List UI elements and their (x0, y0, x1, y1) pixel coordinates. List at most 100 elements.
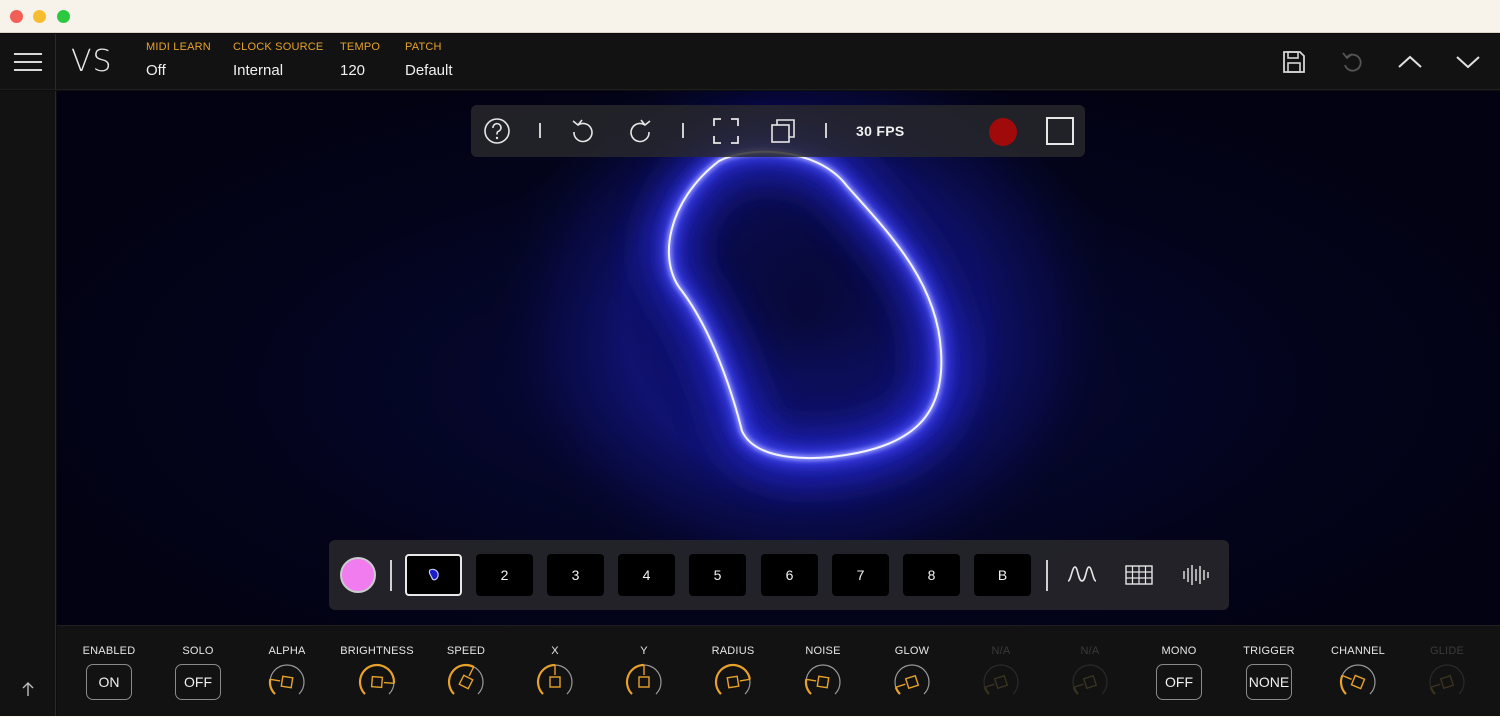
enabled-toggle-button[interactable]: ON (86, 664, 132, 700)
x-knob[interactable] (535, 662, 575, 702)
control-label: GLIDE (1429, 645, 1464, 657)
n-a-knob (1072, 664, 1108, 695)
noise-knob[interactable] (803, 662, 843, 702)
chevron-up-icon[interactable] (1396, 48, 1424, 76)
control-label: MONO (1161, 645, 1197, 657)
knob-indicator (458, 674, 474, 690)
layer-bar-separator (1046, 560, 1048, 591)
alpha-knob[interactable] (267, 662, 307, 702)
tempo-field[interactable]: TEMPO 120 (340, 41, 380, 79)
control-enabled: ENABLED ON (69, 626, 149, 717)
duplicate-icon[interactable] (769, 117, 797, 145)
trigger-toggle-button[interactable]: NONE (1246, 664, 1292, 700)
midi-learn-field[interactable]: MIDI LEARN Off (146, 41, 211, 79)
layer-bar-separator (390, 560, 392, 591)
control-n-a: N/A (961, 626, 1041, 717)
stop-button[interactable] (1046, 117, 1074, 145)
parameter-controls: ENABLED ON SOLO OFF ALPHA BRIGHTNESS SPEED X Y RA… (57, 625, 1500, 716)
knob-value-arc (268, 679, 276, 695)
control-label: GLOW (894, 645, 930, 657)
redo-icon[interactable] (626, 117, 654, 145)
control-y: Y (604, 626, 684, 717)
undo-icon[interactable] (1338, 48, 1366, 76)
brightness-knob[interactable] (357, 662, 397, 702)
knob-value-arc (1072, 686, 1079, 695)
control-noise: NOISE (783, 626, 863, 717)
toolbar-separator (682, 123, 684, 138)
app-header: VS MIDI LEARN Off CLOCK SOURCE Internal … (0, 34, 1500, 90)
knob-pointer (270, 678, 281, 682)
knob-value-arc (1339, 675, 1347, 695)
control-label: ENABLED (82, 645, 136, 657)
y-knob[interactable] (624, 662, 664, 702)
layer-button-7[interactable]: 7 (832, 554, 889, 596)
fullscreen-icon[interactable] (712, 117, 740, 145)
control-n-a: N/A (1050, 626, 1130, 717)
patch-field[interactable]: PATCH Default (405, 41, 453, 79)
knob-pointer (1430, 683, 1441, 688)
menu-icon[interactable] (0, 34, 56, 90)
record-button[interactable] (989, 118, 1017, 146)
layer-button-1[interactable] (405, 554, 462, 596)
clock-source-field[interactable]: CLOCK SOURCE Internal (233, 41, 323, 79)
layer-button-5[interactable]: 5 (689, 554, 746, 596)
control-label: X (551, 645, 559, 657)
knob-value-arc (804, 679, 812, 695)
chevron-down-icon[interactable] (1454, 48, 1482, 76)
audio-bars-icon[interactable] (1181, 561, 1211, 589)
grid-icon[interactable] (1124, 561, 1154, 589)
control-label: NOISE (805, 645, 841, 657)
knob-indicator (549, 676, 561, 688)
glow-knob[interactable] (892, 662, 932, 702)
layer-thumbnail-icon (428, 568, 439, 581)
fps-readout: 30 FPS (856, 123, 905, 139)
waveform-icon[interactable] (1067, 561, 1097, 589)
layer-button-b[interactable]: B (974, 554, 1031, 596)
speed-knob[interactable] (446, 662, 486, 702)
layer-button-4[interactable]: 4 (618, 554, 675, 596)
knob-pointer (984, 683, 995, 688)
app-window: VS MIDI LEARN Off CLOCK SOURCE Internal … (0, 0, 1500, 716)
midi-learn-label: MIDI LEARN (146, 41, 211, 53)
knob-track (1340, 664, 1376, 695)
toolbar-separator (825, 123, 827, 138)
layer-button-3[interactable]: 3 (547, 554, 604, 596)
help-icon[interactable] (483, 117, 511, 145)
zoom-window-button[interactable] (57, 10, 70, 23)
control-brightness: BRIGHTNESS (337, 626, 417, 717)
layer-button-6[interactable]: 6 (761, 554, 818, 596)
knob-indicator (726, 675, 740, 689)
undo-icon[interactable] (569, 117, 597, 145)
knob-indicator (638, 676, 650, 688)
knob-indicator (1350, 674, 1366, 690)
control-glide: GLIDE (1407, 626, 1487, 717)
patch-value: Default (405, 62, 453, 79)
minimize-window-button[interactable] (33, 10, 46, 23)
knob-indicator (280, 675, 294, 689)
knob-track (1072, 664, 1108, 695)
left-sidebar (0, 91, 56, 716)
arrow-up-icon[interactable] (19, 680, 37, 698)
save-icon[interactable] (1280, 48, 1308, 76)
control-label: SPEED (446, 645, 486, 657)
close-window-button[interactable] (10, 10, 23, 23)
layer-bar: 2345678B (329, 540, 1229, 610)
control-alpha: ALPHA (247, 626, 327, 717)
tempo-value: 120 (340, 62, 366, 79)
color-swatch[interactable] (340, 557, 376, 593)
knob-pointer (806, 678, 817, 682)
mono-toggle-button[interactable]: OFF (1156, 664, 1202, 700)
control-label: Y (640, 645, 648, 657)
knob-indicator (993, 674, 1009, 690)
knob-indicator (370, 675, 384, 689)
knob-pointer (468, 666, 475, 677)
layer-button-2[interactable]: 2 (476, 554, 533, 596)
channel-knob[interactable] (1338, 662, 1378, 702)
solo-toggle-button[interactable]: OFF (175, 664, 221, 700)
knob-pointer (1342, 674, 1352, 680)
layer-button-8[interactable]: 8 (903, 554, 960, 596)
control-label: TRIGGER (1243, 645, 1295, 657)
knob-indicator (816, 675, 830, 689)
control-solo: SOLO OFF (158, 626, 238, 717)
radius-knob[interactable] (713, 662, 753, 702)
